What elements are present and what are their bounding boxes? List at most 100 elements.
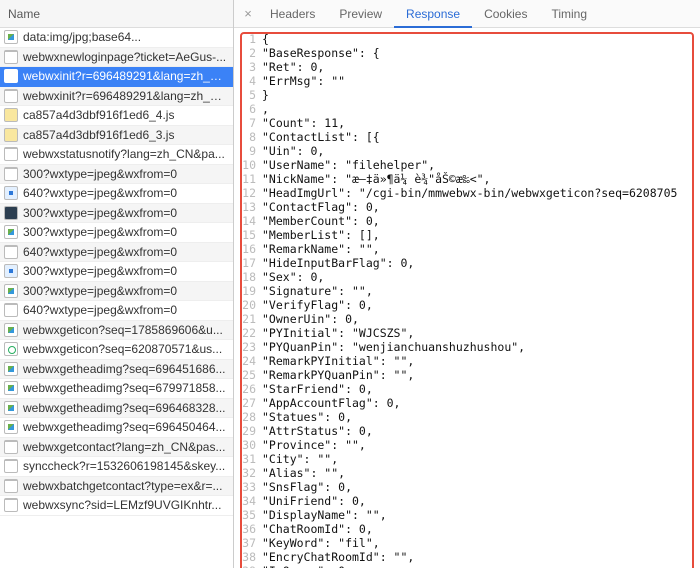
request-label: webwxgetheadimg?seq=696468328... <box>23 401 226 415</box>
code-line: 4"ErrMsg": "" <box>234 74 696 88</box>
code-line: 37"KeyWord": "fil", <box>234 536 696 550</box>
code-line: 15"MemberList": [], <box>234 228 696 242</box>
request-row[interactable]: 640?wxtype=jpeg&wxfrom=0 <box>0 243 233 263</box>
line-number: 32 <box>234 466 262 480</box>
line-number: 26 <box>234 382 262 396</box>
code-line: 28"Statues": 0, <box>234 410 696 424</box>
request-label: webwxinit?r=696489291&lang=zh_C... <box>23 89 227 103</box>
tab-timing[interactable]: Timing <box>539 0 599 28</box>
request-label: 300?wxtype=jpeg&wxfrom=0 <box>23 206 177 220</box>
file-icon <box>4 362 18 376</box>
request-label: 300?wxtype=jpeg&wxfrom=0 <box>23 264 177 278</box>
line-number: 8 <box>234 130 262 144</box>
file-icon <box>4 69 18 83</box>
code-line: 6, <box>234 102 696 116</box>
line-text: "RemarkName": "", <box>262 242 380 256</box>
code-line: 3"Ret": 0, <box>234 60 696 74</box>
line-number: 9 <box>234 144 262 158</box>
line-number: 25 <box>234 368 262 382</box>
tab-headers[interactable]: Headers <box>258 0 327 28</box>
request-label: webwxgetheadimg?seq=679971858... <box>23 381 226 395</box>
file-icon <box>4 167 18 181</box>
request-row[interactable]: webwxgeticon?seq=1785869606&u... <box>0 321 233 341</box>
file-icon <box>4 128 18 142</box>
response-body-panel[interactable]: 1{2"BaseResponse": {3"Ret": 0,4"ErrMsg":… <box>234 28 700 568</box>
line-text: "ContactList": [{ <box>262 130 380 144</box>
request-label: webwxgeticon?seq=1785869606&u... <box>23 323 223 337</box>
request-row[interactable]: 640?wxtype=jpeg&wxfrom=0 <box>0 301 233 321</box>
line-text: "Count": 11, <box>262 116 345 130</box>
request-row[interactable]: webwxnewloginpage?ticket=AeGus-... <box>0 48 233 68</box>
line-number: 37 <box>234 536 262 550</box>
line-text: "Statues": 0, <box>262 410 352 424</box>
line-text: "DisplayName": "", <box>262 508 387 522</box>
line-text: "ChatRoomId": 0, <box>262 522 373 536</box>
request-row[interactable]: webwxsync?sid=LEMzf9UVGIKnhtr... <box>0 496 233 516</box>
request-row[interactable]: webwxstatusnotify?lang=zh_CN&pa... <box>0 145 233 165</box>
request-row[interactable]: webwxgetheadimg?seq=696451686... <box>0 360 233 380</box>
request-row[interactable]: webwxinit?r=696489291&lang=zh_C... <box>0 87 233 107</box>
line-text: "UserName": "filehelper", <box>262 158 435 172</box>
tab-cookies[interactable]: Cookies <box>472 0 539 28</box>
line-number: 2 <box>234 46 262 60</box>
line-number: 12 <box>234 186 262 200</box>
tab-response[interactable]: Response <box>394 0 472 28</box>
code-line: 16"RemarkName": "", <box>234 242 696 256</box>
code-line: 20"VerifyFlag": 0, <box>234 298 696 312</box>
request-label: webwxgeticon?seq=620870571&us... <box>23 342 222 356</box>
close-icon[interactable]: × <box>238 6 258 21</box>
request-row[interactable]: 640?wxtype=jpeg&wxfrom=0 <box>0 184 233 204</box>
request-row[interactable]: ca857a4d3dbf916f1ed6_3.js <box>0 126 233 146</box>
request-row[interactable]: 300?wxtype=jpeg&wxfrom=0 <box>0 204 233 224</box>
line-number: 28 <box>234 410 262 424</box>
code-line: 32"Alias": "", <box>234 466 696 480</box>
line-number: 6 <box>234 102 262 116</box>
file-icon <box>4 108 18 122</box>
line-text: , <box>262 102 269 116</box>
line-text: "BaseResponse": { <box>262 46 380 60</box>
code-line: 24"RemarkPYInitial": "", <box>234 354 696 368</box>
request-row[interactable]: webwxbatchgetcontact?type=ex&r=... <box>0 477 233 497</box>
request-label: synccheck?r=1532606198145&skey... <box>23 459 225 473</box>
request-row[interactable]: webwxgetheadimg?seq=696468328... <box>0 399 233 419</box>
request-row[interactable]: webwxinit?r=696489291&lang=zh_C... <box>0 67 233 87</box>
line-text: "StarFriend": 0, <box>262 382 373 396</box>
line-number: 18 <box>234 270 262 284</box>
request-row[interactable]: 300?wxtype=jpeg&wxfrom=0 <box>0 282 233 302</box>
request-label: 300?wxtype=jpeg&wxfrom=0 <box>23 284 177 298</box>
line-text: "Alias": "", <box>262 466 345 480</box>
code-line: 36"ChatRoomId": 0, <box>234 522 696 536</box>
code-line: 14"MemberCount": 0, <box>234 214 696 228</box>
code-line: 33"SnsFlag": 0, <box>234 480 696 494</box>
request-row[interactable]: webwxgetheadimg?seq=679971858... <box>0 379 233 399</box>
request-row[interactable]: ca857a4d3dbf916f1ed6_4.js <box>0 106 233 126</box>
line-text: "Uin": 0, <box>262 144 324 158</box>
tab-preview[interactable]: Preview <box>327 0 394 28</box>
code-line: 21"OwnerUin": 0, <box>234 312 696 326</box>
line-text: "IsOwner": 0 <box>262 564 345 568</box>
line-number: 22 <box>234 326 262 340</box>
file-icon <box>4 342 18 356</box>
sidebar-header-name[interactable]: Name <box>0 0 233 28</box>
line-number: 33 <box>234 480 262 494</box>
request-row[interactable]: webwxgetcontact?lang=zh_CN&pas... <box>0 438 233 458</box>
code-line: 11"NickName": "æ–‡ä»¶ä¼ è¾"åŠ©æ‰<", <box>234 172 696 186</box>
line-number: 31 <box>234 452 262 466</box>
line-text: "Signature": "", <box>262 284 373 298</box>
file-icon <box>4 89 18 103</box>
request-row[interactable]: 300?wxtype=jpeg&wxfrom=0 <box>0 165 233 185</box>
request-list[interactable]: data:img/jpg;base64...webwxnewloginpage?… <box>0 28 233 568</box>
request-row[interactable]: webwxgetheadimg?seq=696450464... <box>0 418 233 438</box>
line-text: "City": "", <box>262 452 338 466</box>
line-number: 27 <box>234 396 262 410</box>
line-number: 10 <box>234 158 262 172</box>
request-row[interactable]: data:img/jpg;base64... <box>0 28 233 48</box>
line-number: 15 <box>234 228 262 242</box>
request-row[interactable]: 300?wxtype=jpeg&wxfrom=0 <box>0 262 233 282</box>
request-row[interactable]: 300?wxtype=jpeg&wxfrom=0 <box>0 223 233 243</box>
line-text: "AttrStatus": 0, <box>262 424 373 438</box>
request-row[interactable]: synccheck?r=1532606198145&skey... <box>0 457 233 477</box>
request-row[interactable]: webwxgeticon?seq=620870571&us... <box>0 340 233 360</box>
line-number: 3 <box>234 60 262 74</box>
line-number: 17 <box>234 256 262 270</box>
